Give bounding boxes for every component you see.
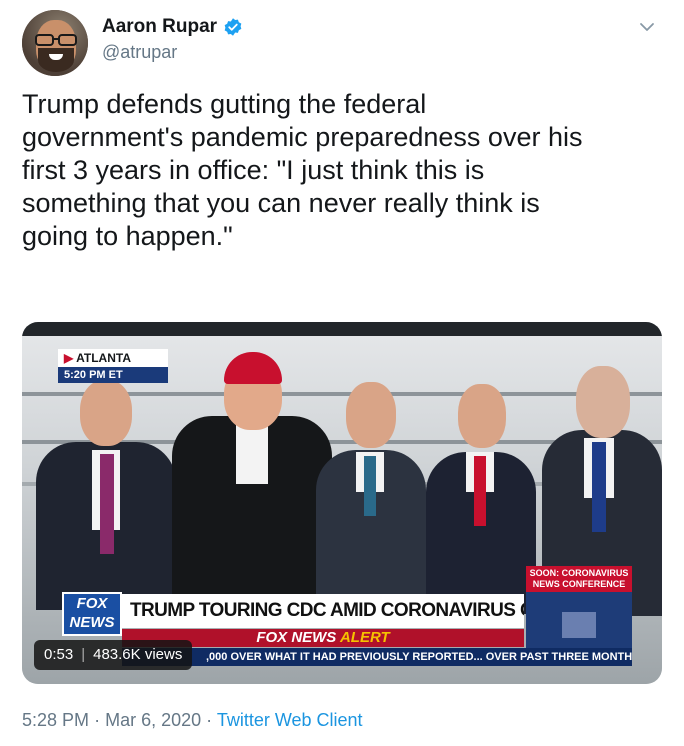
video-stats-overlay: 0:53 | 483.6K views <box>34 640 193 670</box>
video-player[interactable]: ▶ ATLANTA 5:20 PM ET SOON: CORONAVIRUS N… <box>22 322 662 684</box>
tweet-date[interactable]: Mar 6, 2020 <box>105 710 201 730</box>
location-time: 5:20 PM ET <box>58 367 168 383</box>
divider: | <box>81 646 86 663</box>
soon-badge: SOON: CORONAVIRUS NEWS CONFERENCE <box>526 566 632 592</box>
tweet-time[interactable]: 5:28 PM <box>22 710 89 730</box>
person-3 <box>316 382 426 612</box>
news-ticker: ,000 OVER WHAT IT HAD PREVIOUSLY REPORTE… <box>122 648 632 666</box>
author-display-name[interactable]: Aaron Rupar <box>102 16 217 38</box>
tweet-header: Aaron Rupar @atrupar <box>22 10 662 80</box>
location-badge: ▶ ATLANTA 5:20 PM ET <box>58 349 168 383</box>
video-duration: 0:53 <box>44 646 74 663</box>
author-handle[interactable]: @atrupar <box>102 42 243 63</box>
chevron-down-icon[interactable] <box>638 18 656 36</box>
verified-badge-icon <box>224 18 242 36</box>
tweet-text: Trump defends gutting the federal govern… <box>22 89 583 251</box>
person-2 <box>172 352 332 612</box>
glasses-icon <box>35 34 77 46</box>
location-city: ATLANTA <box>76 351 131 365</box>
author-info: Aaron Rupar @atrupar <box>102 16 243 63</box>
video-views: 483.6K views <box>93 646 183 663</box>
tweet-footer: 5:28 PM · Mar 6, 2020 · Twitter Web Clie… <box>22 710 363 730</box>
person-4 <box>426 384 536 614</box>
avatar[interactable] <box>22 10 88 76</box>
soon-thumbnail <box>526 592 632 650</box>
fox-news-logo: FOX NEWS <box>62 592 122 636</box>
tweet-source-link[interactable]: Twitter Web Client <box>217 710 363 730</box>
play-triangle-icon: ▶ <box>64 351 74 365</box>
headline-chyron: TRUMP TOURING CDC AMID CORONAVIRUS CONCE… <box>122 594 524 628</box>
person-1 <box>36 380 176 610</box>
